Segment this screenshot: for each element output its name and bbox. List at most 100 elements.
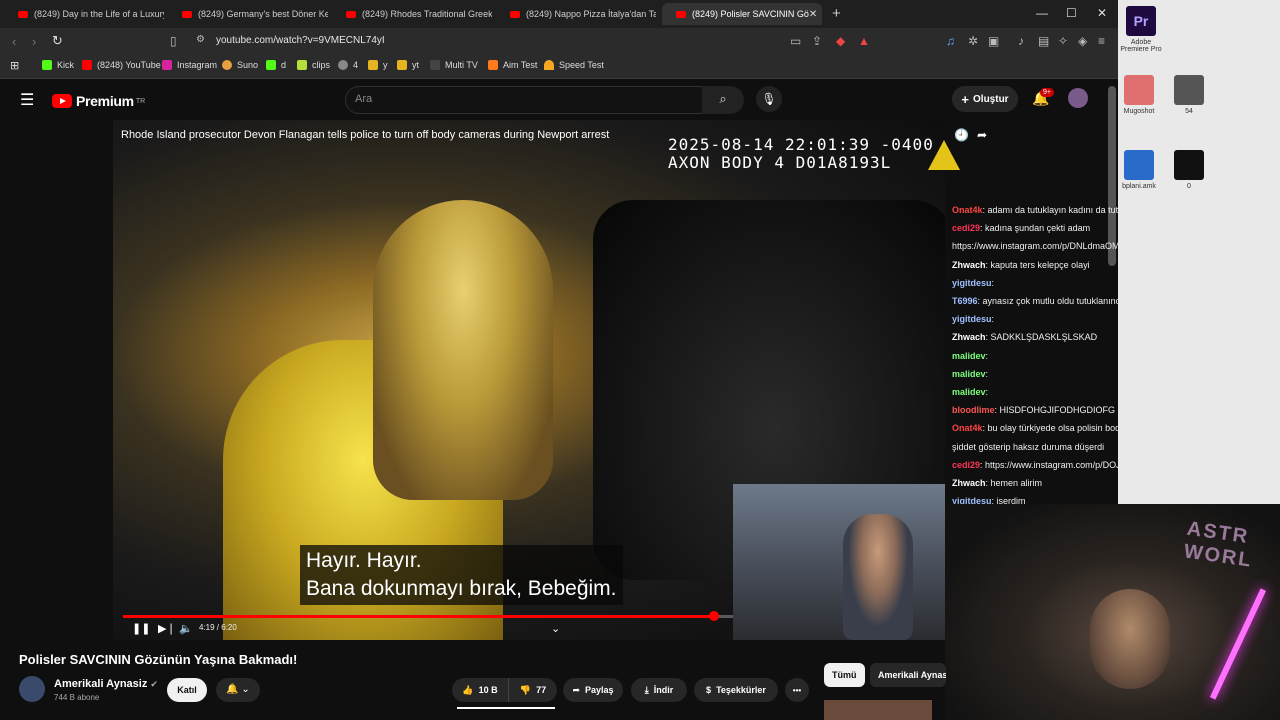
url-field[interactable]: youtube.com/watch?v=9VMECNL74yI	[216, 35, 385, 46]
bookmark-label: 4	[353, 60, 359, 70]
browser-tab[interactable]: (8249) Nappo Pizza İtalya'dan Tam N	[496, 3, 656, 25]
desktop-icon-mugoshot[interactable]: Mugoshot	[1114, 75, 1164, 115]
desktop-icon-54[interactable]: 54	[1164, 75, 1214, 115]
youtube-premium-logo[interactable]: Premium TR	[52, 93, 145, 109]
bookmark-kick[interactable]: Kick	[42, 60, 74, 70]
brave-shield-icon[interactable]: ◆	[836, 34, 845, 48]
instagram-icon	[162, 60, 172, 70]
close-window-icon[interactable]: ✕	[1097, 6, 1107, 20]
apps-grid-icon[interactable]: ⊞	[10, 59, 19, 72]
microphone-icon[interactable]: 🎙	[756, 86, 782, 112]
rewards-icon[interactable]: ▲	[858, 34, 870, 48]
subscriber-count: 744 B abone	[54, 693, 100, 702]
next-icon[interactable]: ▶❘	[158, 622, 176, 635]
desktop-icon-0[interactable]: 0	[1164, 150, 1214, 190]
create-button[interactable]: + Oluştur	[952, 86, 1018, 112]
join-button[interactable]: Katıl	[167, 678, 207, 702]
back-icon[interactable]: ‹	[12, 34, 16, 49]
site-settings-icon[interactable]: ⚙	[196, 34, 205, 45]
bookmark-label: Aim Test	[503, 60, 538, 70]
chat-separator: :	[991, 277, 995, 288]
share-icon[interactable]: ⇪	[812, 34, 822, 48]
channel-name[interactable]: Amerikali Aynasiz ✔	[54, 678, 158, 690]
extensions-icon[interactable]: ✲	[968, 34, 978, 48]
bookmark-d[interactable]: d	[266, 60, 286, 70]
maximize-icon[interactable]: ☐	[1066, 6, 1077, 20]
media-icon[interactable]: ♪	[1018, 34, 1024, 48]
video-overlay-title: Rhode Island prosecutor Devon Flanagan t…	[121, 129, 610, 141]
bookmark-aimtest[interactable]: Aim Test	[488, 60, 537, 70]
chat-text: https://www.instagram.com/p/DOJI_jjjHYZ/	[985, 459, 1118, 470]
share-icon: ➦	[572, 684, 580, 695]
chevron-down-icon[interactable]: ⌄	[551, 622, 560, 635]
channel-avatar[interactable]	[19, 676, 45, 702]
like-button[interactable]: 👍 10 B	[452, 678, 508, 702]
parental-advisory-icon	[1174, 150, 1204, 180]
vpn-icon[interactable]: ◈	[1078, 34, 1087, 48]
dislike-button[interactable]: 👎 77	[508, 678, 557, 702]
reactor-facecam	[733, 484, 945, 640]
leo-icon[interactable]: ✧	[1058, 34, 1068, 48]
share-button[interactable]: ➦ Paylaş	[563, 678, 623, 702]
thanks-button[interactable]: $ Teşekkürler	[694, 678, 778, 702]
browser-tab-active[interactable]: (8249) Polisler SAVCININ Gö ✕	[662, 3, 822, 25]
chat-username: malidev	[952, 368, 986, 379]
search-input[interactable]	[345, 86, 703, 114]
download-label: İndir	[653, 685, 674, 695]
cast-icon[interactable]: ▭	[790, 34, 801, 48]
chat-username: T6996	[952, 296, 978, 306]
browser-tab[interactable]: (8249) Germany's best Döner Kebap	[168, 3, 328, 25]
bookmark-label: y	[383, 60, 388, 70]
chip-all[interactable]: Tümü	[824, 663, 865, 687]
volume-icon[interactable]: 🔈	[179, 622, 193, 635]
more-actions-button[interactable]: •••	[785, 678, 809, 702]
related-video-thumbnail[interactable]	[824, 700, 932, 720]
audio-icon[interactable]: ♫	[946, 34, 955, 48]
browser-tab[interactable]: (8249) Day in the Life of a Luxury Car	[4, 3, 164, 25]
bookmark-youtube[interactable]: (8248) YouTube	[82, 60, 161, 70]
watch-later-icon[interactable]: 🕘	[954, 128, 969, 142]
logo-region: TR	[135, 97, 146, 105]
forward-icon[interactable]: ›	[32, 34, 36, 49]
search-icon[interactable]: ⌕	[702, 86, 744, 114]
thanks-label: Teşekkürler	[716, 685, 766, 695]
bookmark-suno[interactable]: Suno	[222, 60, 258, 70]
plus-icon: +	[961, 91, 970, 107]
chat-message: https://www.instagram.com/p/DNLdmaOMdUy/	[952, 241, 1118, 251]
wallet-icon[interactable]: ▤	[1038, 34, 1049, 48]
screenshot-icon[interactable]: ▣	[988, 34, 999, 48]
tab-label: (8249) Rhodes Traditional Greek Kok	[362, 9, 492, 19]
bookmark-instagram[interactable]: Instagram	[162, 60, 217, 70]
pause-icon[interactable]: ❚❚	[132, 622, 150, 635]
subscription-bell-button[interactable]: 🔔 ⌄	[216, 678, 260, 702]
youtube-favicon-icon	[510, 10, 520, 18]
axon-logo-icon	[928, 140, 960, 170]
bookmark-clips[interactable]: clips	[297, 60, 330, 70]
desktop-icon-bplani[interactable]: bplani.amk	[1114, 150, 1164, 190]
chat-message: şiddet gösterip haksız duruma düşerdi	[952, 442, 1104, 452]
bookmark-icon[interactable]: ▯	[170, 34, 177, 48]
reload-icon[interactable]: ↻	[52, 33, 63, 49]
account-avatar[interactable]	[1068, 88, 1088, 108]
kick-icon	[266, 60, 276, 70]
close-tab-icon[interactable]: ✕	[809, 9, 817, 20]
new-tab-icon[interactable]: +	[832, 5, 841, 22]
chat-message: cedi29: https://www.instagram.com/p/DOJI…	[952, 460, 1118, 470]
menu-icon[interactable]: ≡	[1098, 34, 1105, 48]
share-arrow-icon[interactable]: ➦	[977, 128, 987, 142]
download-button[interactable]: ⤓ İndir	[631, 678, 687, 702]
chat-message: malidev:	[952, 351, 988, 361]
hamburger-menu-icon[interactable]: ☰	[20, 90, 34, 110]
bookmark-label: Speed Test	[559, 60, 604, 70]
bookmark-multitv[interactable]: Multi TV	[430, 60, 478, 70]
browser-tab[interactable]: (8249) Rhodes Traditional Greek Kok	[332, 3, 492, 25]
chat-text: adamı da tutuklayın kadını da tutukların	[987, 205, 1118, 215]
bookmark-folder-yt[interactable]: yt	[397, 60, 419, 70]
minimize-icon[interactable]: —	[1036, 6, 1048, 20]
streamer-person	[1090, 589, 1170, 689]
chip-channel[interactable]: Amerikali Aynas	[870, 663, 946, 687]
bookmark-speedtest[interactable]: Speed Test	[544, 60, 604, 70]
bookmark-folder-y[interactable]: y	[368, 60, 388, 70]
desktop-icon-premiere[interactable]: Pr Adobe Premiere Pro	[1116, 6, 1166, 53]
bookmark-4[interactable]: 4	[338, 60, 358, 70]
